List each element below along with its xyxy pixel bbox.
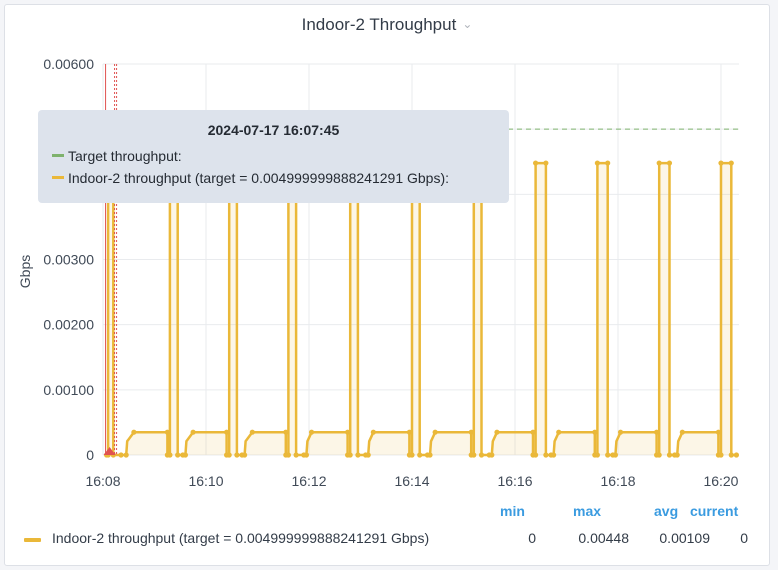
throughput-point	[370, 429, 376, 435]
throughput-point	[409, 452, 415, 458]
throughput-point	[345, 429, 351, 435]
throughput-point	[718, 452, 724, 458]
throughput-point	[468, 429, 474, 435]
legend-value-max: 0.00448	[578, 530, 629, 546]
throughput-point	[242, 452, 248, 458]
throughput-point	[131, 429, 137, 435]
throughput-point	[530, 429, 536, 435]
throughput-point	[308, 429, 315, 435]
throughput-point	[182, 452, 188, 458]
tooltip-swatch-indoor	[52, 176, 64, 179]
throughput-point	[728, 160, 734, 166]
throughput-point	[164, 429, 170, 435]
y-axis-label: Gbps	[17, 255, 33, 288]
throughput-point	[471, 452, 477, 458]
throughput-point	[605, 452, 611, 458]
throughput-point	[656, 160, 662, 166]
throughput-point	[654, 429, 660, 435]
x-tick-label: 16:10	[188, 473, 223, 489]
throughput-point	[167, 452, 173, 458]
throughput-point	[656, 452, 662, 458]
throughput-point	[666, 160, 673, 166]
throughput-point	[728, 452, 734, 458]
throughput-point	[432, 429, 438, 435]
x-tick-label: 16:12	[291, 473, 326, 489]
throughput-point	[733, 452, 740, 458]
y-tick-label: 0.00200	[43, 317, 94, 333]
x-tick-label: 16:18	[600, 473, 635, 489]
throughput-point	[234, 452, 240, 458]
throughput-point	[406, 429, 413, 435]
legend-value-current: 0	[740, 530, 748, 546]
x-tick-label: 16:08	[85, 473, 120, 489]
throughput-point	[355, 452, 361, 458]
throughput-point	[249, 429, 255, 435]
throughput-point	[543, 452, 549, 458]
tooltip-swatch-target	[52, 154, 64, 157]
hover-tooltip: 2024-07-17 16:07:45 Target throughput: I…	[38, 110, 509, 203]
throughput-point	[617, 429, 624, 435]
tooltip-time: 2024-07-17 16:07:45	[207, 122, 340, 138]
throughput-point	[532, 452, 539, 458]
throughput-point	[285, 452, 291, 458]
tooltip-row-target: Target throughput:	[52, 148, 182, 164]
throughput-point	[489, 452, 495, 458]
y-tick-label: 0.00300	[43, 252, 94, 268]
y-tick-label: 0	[86, 447, 94, 463]
throughput-point	[594, 452, 600, 458]
throughput-point	[551, 452, 557, 458]
throughput-point	[226, 452, 232, 458]
throughput-point	[223, 429, 230, 435]
throughput-point	[666, 452, 673, 458]
legend-header-max[interactable]: max	[573, 503, 601, 519]
throughput-point	[612, 452, 619, 458]
throughput-point	[718, 160, 724, 166]
throughput-point	[347, 452, 353, 458]
throughput-point	[293, 452, 299, 458]
throughput-point	[592, 429, 598, 435]
legend-header-min[interactable]: min	[500, 503, 525, 519]
legend-header-avg[interactable]: avg	[654, 503, 678, 519]
throughput-point	[556, 429, 562, 435]
throughput-point	[605, 160, 611, 166]
throughput-point	[365, 452, 371, 458]
legend-series-swatch[interactable]	[24, 538, 41, 542]
x-tick-label: 16:16	[497, 473, 532, 489]
tooltip-row-indoor: Indoor-2 throughput (target = 0.00499999…	[52, 170, 449, 186]
x-tick-label: 16:20	[703, 473, 738, 489]
throughput-point	[543, 160, 549, 166]
throughput-point	[715, 429, 722, 435]
throughput-point	[283, 429, 289, 435]
throughput-point	[123, 452, 129, 458]
throughput-point	[494, 429, 500, 435]
legend-series-row[interactable]: Indoor-2 throughput (target = 0.00499999…	[22, 530, 762, 550]
throughput-point	[190, 429, 196, 435]
legend-value-min: 0	[528, 530, 536, 546]
x-tick-label: 16:14	[394, 473, 429, 489]
throughput-point	[118, 452, 124, 458]
tooltip-label-indoor: Indoor-2 throughput (target = 0.00499999…	[68, 170, 450, 186]
throughput-point	[427, 452, 433, 458]
tooltip-label-target: Target throughput:	[68, 148, 182, 164]
throughput-point	[417, 452, 423, 458]
throughput-point	[175, 452, 181, 458]
y-tick-label: 0.00600	[43, 56, 94, 72]
throughput-point	[679, 429, 685, 435]
throughput-point	[532, 160, 539, 166]
legend-header-current[interactable]: current	[690, 503, 738, 519]
y-tick-label: 0.00100	[43, 382, 94, 398]
throughput-point	[478, 452, 485, 458]
throughput-point	[303, 452, 310, 458]
throughput-point	[594, 160, 600, 166]
legend-series-label[interactable]: Indoor-2 throughput (target = 0.00499999…	[52, 530, 429, 546]
chart-area[interactable]: 0 0.00100 0.00200 0.00300 0.00600 16:08 16:10 1…	[0, 0, 778, 570]
throughput-series-line	[106, 161, 737, 457]
throughput-point	[674, 452, 680, 458]
throughput-area-fill	[106, 163, 737, 455]
